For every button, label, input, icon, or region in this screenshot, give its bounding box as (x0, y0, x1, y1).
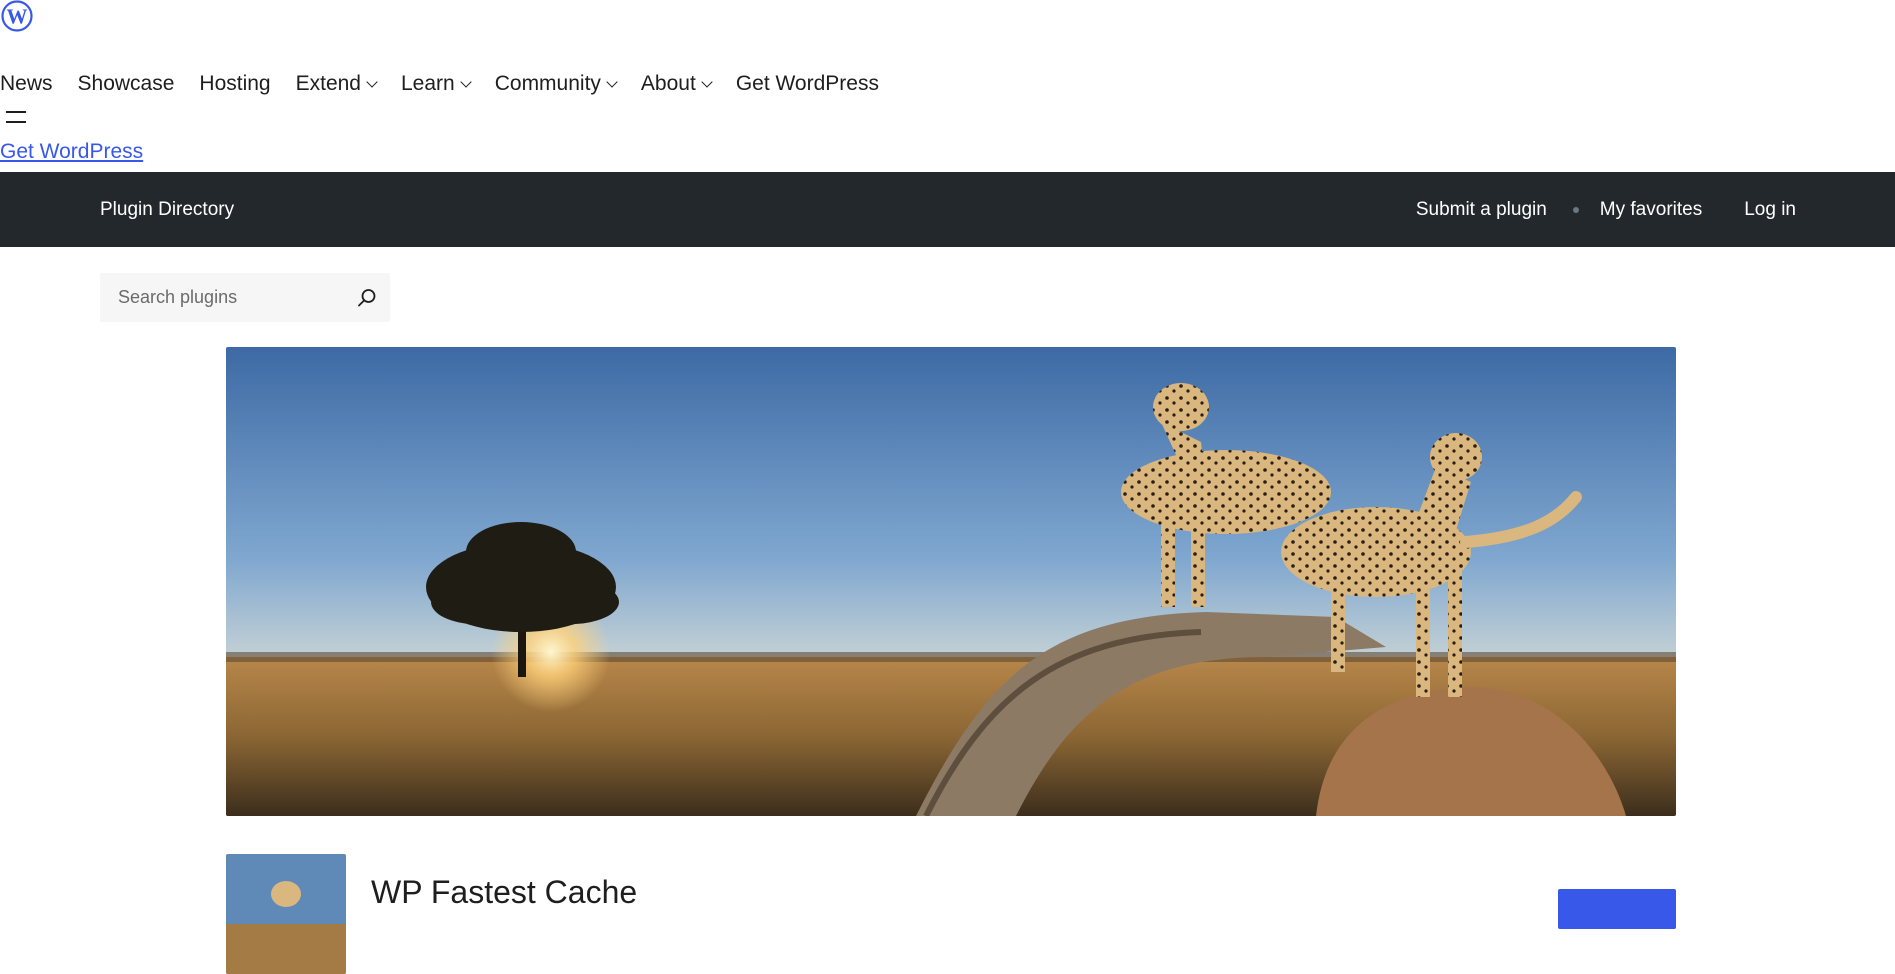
nav-label: Community (494, 72, 601, 95)
nav-item-news[interactable]: News (0, 72, 53, 96)
local-nav-links: Submit a plugin My favorites Log in (1416, 172, 1796, 247)
main-nav: News Showcase Hosting Extend Learn Commu… (0, 70, 904, 98)
nav-label: Hosting (199, 72, 271, 95)
search-input[interactable] (100, 273, 340, 322)
hamburger-menu-icon[interactable] (6, 111, 26, 125)
download-button[interactable] (1558, 889, 1676, 929)
nav-label: Extend (295, 72, 361, 95)
nav-item-hosting[interactable]: Hosting (199, 72, 270, 96)
search-icon[interactable] (354, 285, 380, 311)
plugin-icon-image (226, 854, 346, 974)
nav-item-extend[interactable]: Extend (295, 72, 378, 96)
search-form (100, 273, 390, 322)
nav-label: Showcase (77, 72, 175, 95)
wordpress-logo-icon[interactable]: W (0, 0, 34, 32)
nav-item-about[interactable]: About (640, 72, 713, 96)
plugin-banner-image (226, 347, 1676, 816)
separator-dot (1572, 206, 1579, 213)
submit-plugin-link[interactable]: Submit a plugin (1416, 199, 1547, 221)
plugin-directory-bar: Plugin Directory Submit a plugin My favo… (0, 172, 1895, 247)
nav-item-learn[interactable]: Learn (401, 72, 472, 96)
log-in-link[interactable]: Log in (1744, 199, 1796, 221)
chevron-down-icon (366, 76, 378, 88)
chevron-down-icon (606, 76, 618, 88)
plugin-header: WP Fastest Cache (226, 854, 1676, 974)
my-favorites-link[interactable]: My favorites (1600, 199, 1702, 221)
nav-item-get-wordpress[interactable]: Get WordPress (736, 72, 879, 96)
nav-item-community[interactable]: Community (494, 72, 618, 96)
svg-text:W: W (7, 5, 28, 29)
nav-label: About (640, 72, 696, 95)
chevron-down-icon (701, 76, 713, 88)
chevron-down-icon (460, 76, 472, 88)
plugin-directory-title[interactable]: Plugin Directory (100, 172, 234, 247)
global-header: W News Showcase Hosting Extend Learn Com… (0, 0, 1895, 172)
plugin-title: WP Fastest Cache (371, 874, 638, 910)
nav-label: Get WordPress (735, 72, 879, 95)
nav-item-showcase[interactable]: Showcase (78, 72, 175, 96)
get-wordpress-link[interactable]: Get WordPress (0, 140, 143, 164)
nav-label: Learn (401, 72, 455, 95)
nav-label: News (0, 72, 53, 95)
